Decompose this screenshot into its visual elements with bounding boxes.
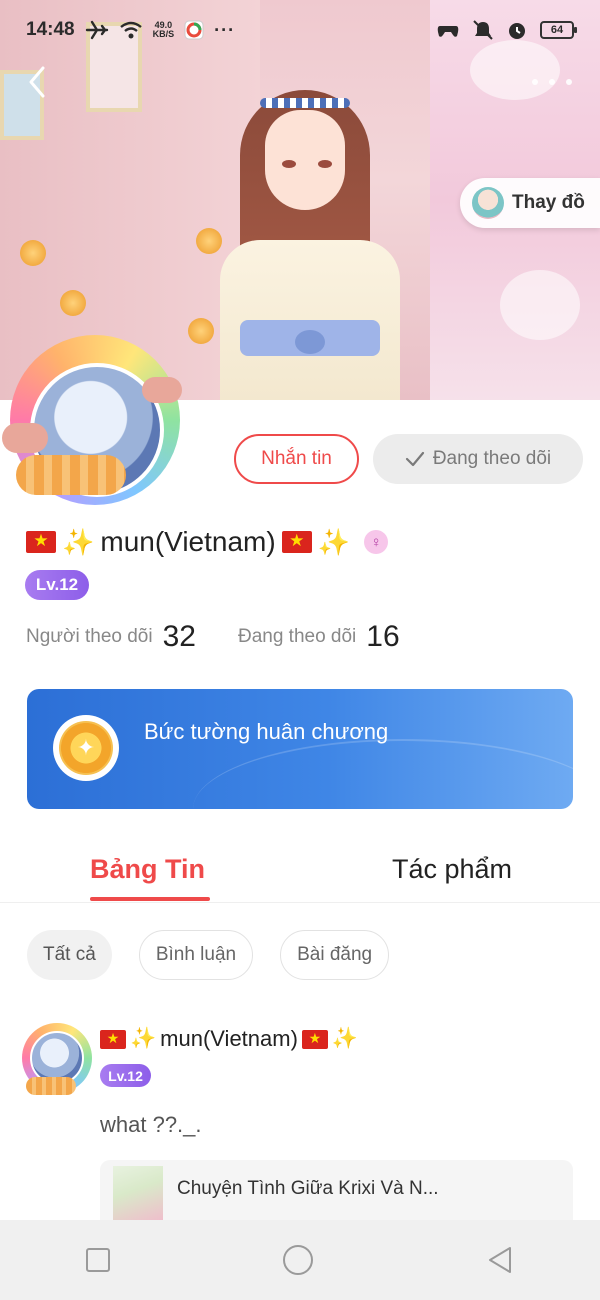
tab-works[interactable]: Tác phẩm: [392, 835, 512, 903]
following-button[interactable]: Đang theo dõi: [373, 434, 583, 484]
feed-filters: Tất cả Bình luận Bài đăng: [27, 930, 390, 980]
level-text: Lv.12: [35, 575, 79, 594]
username-text: mun(Vietnam): [100, 526, 276, 557]
more-dot-icon: [549, 79, 555, 85]
avatar-cloud-decoration: [142, 377, 182, 403]
follow-stats: Người theo dõi 32 Đang theo dõi 16: [26, 620, 400, 654]
post-level-badge: Lv.12: [100, 1064, 151, 1087]
avatar-cloud-decoration: [2, 423, 48, 453]
vietnam-flag-icon: [281, 530, 312, 553]
network-speed: 49.0 KB/S: [153, 21, 175, 39]
cover-flower: [60, 290, 86, 316]
vietnam-flag-icon: [26, 530, 56, 553]
checkmark-icon: [405, 451, 424, 467]
change-outfit-button[interactable]: Thay đồ: [460, 178, 600, 228]
wifi-icon: [119, 21, 142, 39]
cover-flower: [20, 240, 46, 266]
sparkle-icon: ✨: [331, 1027, 359, 1050]
more-notifications-icon: ···: [214, 19, 236, 40]
change-outfit-label: Thay đồ: [512, 192, 585, 213]
more-dot-icon: [566, 79, 572, 85]
linked-work-card[interactable]: Chuyện Tình Giữa Krixi Và N...: [100, 1160, 573, 1220]
content-tabs: Bảng Tin Tác phẩm: [0, 835, 600, 903]
female-gender-icon: ♀: [364, 530, 389, 554]
work-cover-image: [113, 1166, 163, 1220]
network-speed-unit: KB/S: [152, 29, 175, 39]
message-button[interactable]: Nhắn tin: [234, 434, 359, 484]
system-navigation-bar: [0, 1220, 600, 1300]
sparkle-icon: ✨: [62, 526, 95, 557]
following-count[interactable]: 16: [366, 620, 399, 654]
followers-count[interactable]: 32: [163, 620, 196, 654]
level-badge: Lv.12: [25, 570, 89, 600]
medal-wall-banner[interactable]: ✦ Bức tường huân chương: [27, 689, 573, 809]
status-time: 14:48: [26, 19, 75, 40]
back-button[interactable]: [22, 64, 52, 100]
post-text: what ??._.: [100, 1112, 202, 1137]
work-title: Chuyện Tình Giữa Krixi Và N...: [177, 1178, 439, 1199]
outfit-thumbnail: [472, 187, 504, 219]
profile-avatar[interactable]: [2, 335, 192, 505]
profile-username: ✨ mun(Vietnam) ✨ ♀: [26, 522, 389, 562]
post-level-text: Lv.12: [108, 1067, 143, 1084]
alarm-icon: [509, 23, 525, 39]
post-author-avatar[interactable]: [20, 1023, 94, 1097]
medal-wall-title: Bức tường huân chương: [144, 719, 389, 744]
vietnam-flag-icon: [100, 1029, 126, 1049]
medal-banner-wave: [193, 739, 573, 809]
cover-blossom: [500, 270, 580, 340]
followers-label[interactable]: Người theo dõi: [26, 626, 153, 648]
tab-feed[interactable]: Bảng Tin: [90, 835, 205, 903]
post-username-text: mun(Vietnam): [160, 1026, 298, 1051]
active-tab-indicator: [90, 897, 210, 901]
app-notification-icon: [184, 20, 204, 40]
medal-icon: ✦: [53, 715, 119, 781]
sparkle-icon: ✨: [130, 1027, 157, 1050]
cover-character: [210, 90, 410, 400]
battery-indicator: 64: [540, 21, 577, 39]
message-button-label: Nhắn tin: [261, 448, 332, 469]
mute-icon: [473, 20, 493, 40]
vietnam-flag-icon: [301, 1029, 328, 1049]
back-triangle-icon[interactable]: [486, 1245, 514, 1275]
filter-all[interactable]: Tất cả: [27, 930, 112, 980]
filter-comments[interactable]: Bình luận: [138, 930, 254, 980]
chevron-left-icon: [29, 66, 45, 98]
battery-level: 64: [550, 24, 564, 36]
following-label[interactable]: Đang theo dõi: [238, 626, 356, 648]
avatar-cat-decoration: [16, 455, 126, 495]
status-bar: 14:48 49.0 KB/S ··· 64: [0, 0, 600, 60]
game-mode-icon: [437, 26, 459, 37]
home-icon[interactable]: [282, 1245, 313, 1275]
post-author-name[interactable]: ✨ mun(Vietnam) ✨: [100, 1026, 358, 1052]
sparkle-icon: ✨: [317, 526, 351, 557]
following-button-label: Đang theo dõi: [432, 448, 552, 469]
filter-posts[interactable]: Bài đăng: [280, 930, 390, 980]
recent-apps-icon[interactable]: [86, 1248, 111, 1272]
airplane-icon: [85, 20, 108, 40]
more-options-button[interactable]: [532, 70, 572, 94]
more-dot-icon: [532, 79, 538, 85]
